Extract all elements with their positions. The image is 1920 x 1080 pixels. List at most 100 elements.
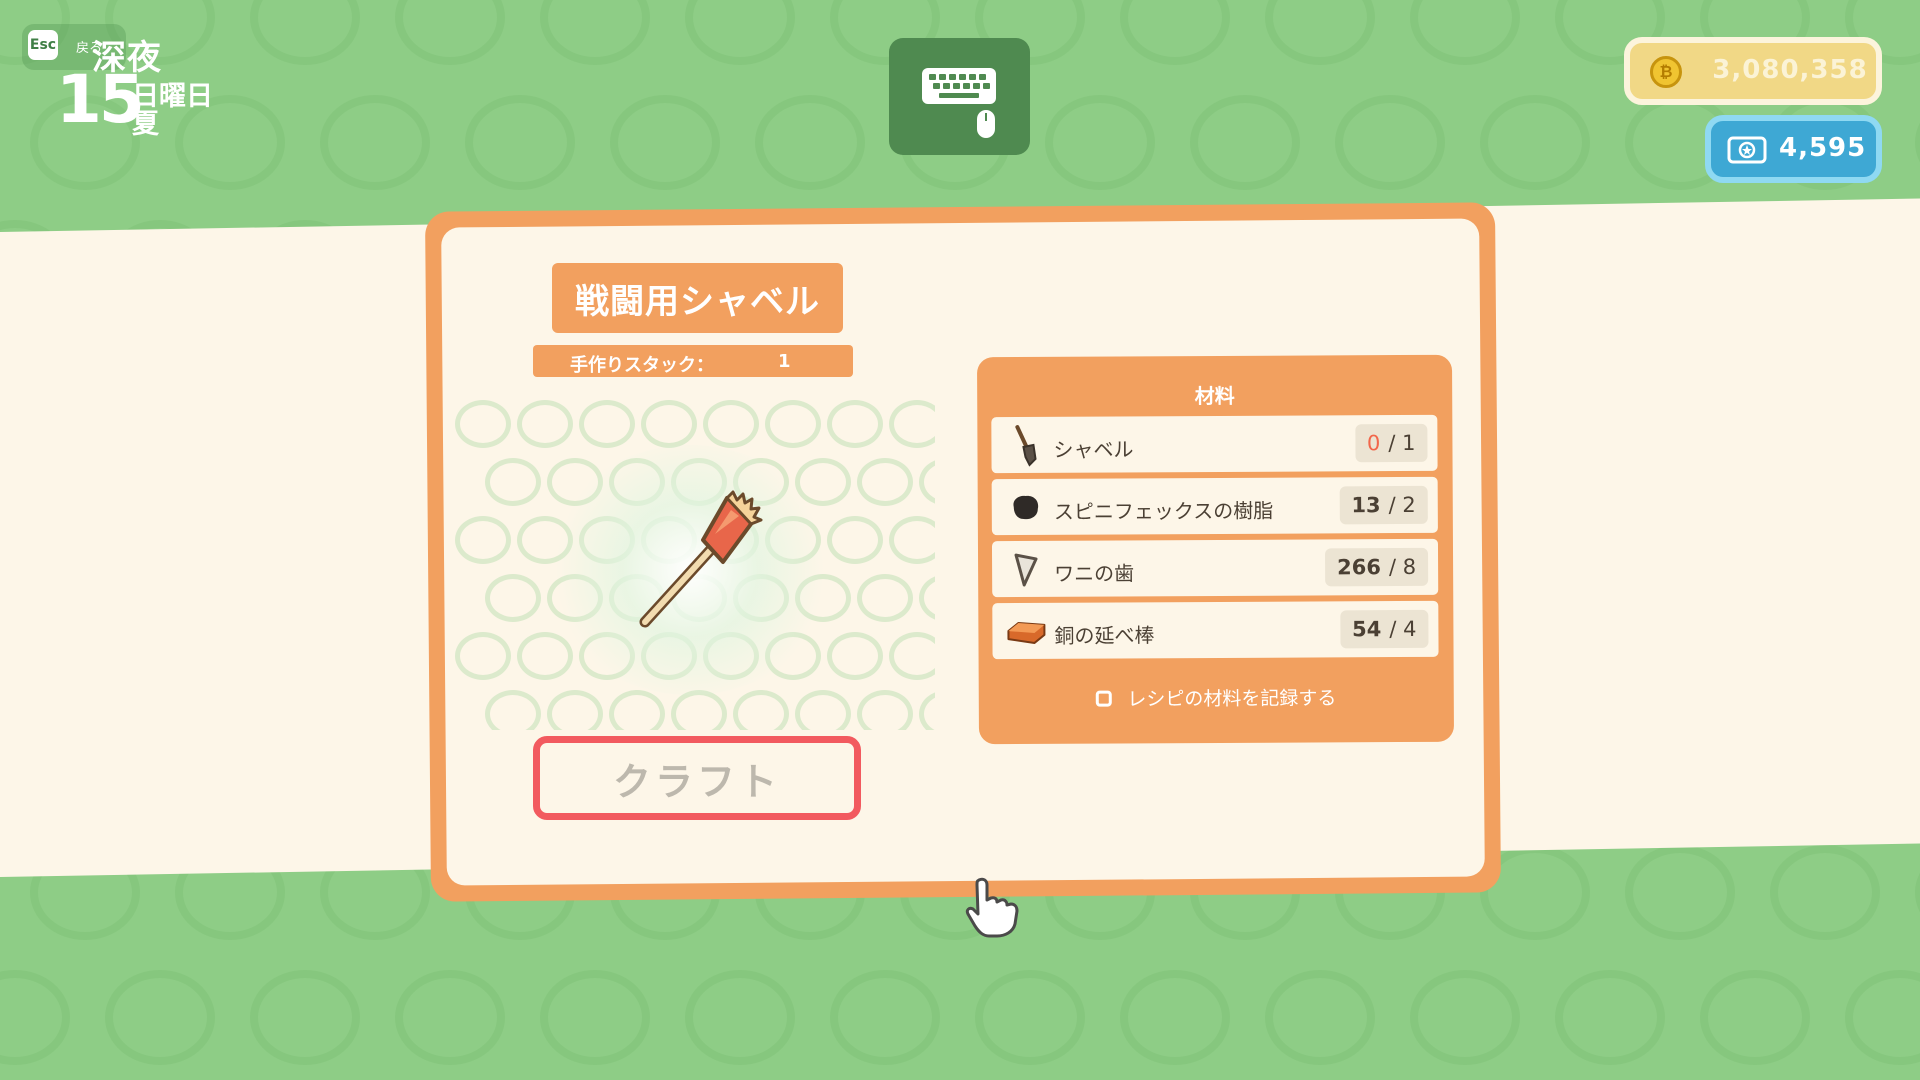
- preview-blob: [857, 690, 913, 730]
- preview-blob: [455, 632, 511, 680]
- background-blob: [105, 970, 215, 1065]
- material-count: 0 / 1: [1354, 423, 1428, 463]
- material-count: 54 / 4: [1339, 609, 1429, 649]
- material-required: / 1: [1388, 430, 1416, 456]
- preview-blob: [889, 516, 935, 564]
- crocodile-tooth-icon: [1014, 553, 1038, 587]
- background-blob: [1120, 970, 1230, 1065]
- item-title: 戦闘用シャベル: [552, 263, 843, 333]
- background-blob: [540, 0, 650, 65]
- background-blob: [685, 970, 795, 1065]
- material-required: / 8: [1388, 554, 1417, 580]
- background-blob: [1265, 0, 1375, 65]
- preview-blob: [609, 690, 665, 730]
- material-owned: 54: [1351, 617, 1382, 642]
- background-blob: [1410, 970, 1520, 1065]
- material-name: シャベル: [1053, 437, 1134, 462]
- background-blob: [250, 970, 360, 1065]
- material-count: 266 / 8: [1325, 547, 1429, 587]
- preview-blob: [919, 690, 935, 730]
- background-blob: [1120, 0, 1230, 65]
- background-blob: [975, 970, 1085, 1065]
- record-recipe-option[interactable]: レシピの材料を記録する: [979, 683, 1454, 712]
- preview-blob: [579, 400, 635, 448]
- copper-bar-icon: [1007, 622, 1046, 644]
- item-preview: [455, 390, 935, 730]
- background-blob: [395, 0, 505, 65]
- background-blob: [1480, 95, 1590, 190]
- material-count: 13 / 2: [1339, 485, 1428, 525]
- background-blob: [1555, 970, 1665, 1065]
- preview-blob: [889, 632, 935, 680]
- preview-blob: [827, 516, 883, 564]
- coin-icon: ₿: [1650, 56, 1682, 88]
- background-blob: [320, 95, 430, 190]
- coin-value: 3,080,358: [1712, 55, 1868, 85]
- record-recipe-label: レシピの材料を記録する: [1127, 687, 1337, 711]
- preview-blob: [765, 400, 821, 448]
- background-blob: [685, 0, 795, 65]
- record-recipe-checkbox[interactable]: [1096, 690, 1113, 707]
- background-blob: [1915, 845, 1920, 940]
- background-blob: [395, 970, 505, 1065]
- preview-blob: [703, 400, 759, 448]
- background-blob: [1335, 95, 1445, 190]
- esc-key[interactable]: Esc: [28, 30, 58, 60]
- background-blob: [610, 95, 720, 190]
- craft-button[interactable]: クラフト: [533, 736, 861, 820]
- material-row: 銅の延べ棒 54 / 4: [992, 600, 1439, 660]
- preview-blob: [671, 690, 727, 730]
- material-required: / 4: [1389, 616, 1417, 642]
- background-blob: [1265, 970, 1375, 1065]
- material-name: ワニの歯: [1054, 561, 1135, 586]
- material-row: ワニの歯 266 / 8: [991, 538, 1439, 598]
- preview-blob: [889, 400, 935, 448]
- background-blob: [830, 970, 940, 1065]
- craft-stack-bar: 手作りスタック： 1: [533, 345, 853, 377]
- preview-blob: [641, 400, 697, 448]
- preview-blob: [517, 632, 573, 680]
- material-owned: 13: [1351, 493, 1381, 518]
- preview-blob: [455, 400, 511, 448]
- background-blob: [1045, 95, 1155, 190]
- material-name: スピニフェックスの樹脂: [1053, 498, 1274, 524]
- background-blob: [1845, 970, 1920, 1065]
- preview-blob: [485, 574, 541, 622]
- hand-cursor-icon: [965, 877, 1019, 938]
- background-blob: [540, 970, 650, 1065]
- background-blob: [1625, 845, 1735, 940]
- coin-counter: ₿ 3,080,358: [1624, 37, 1882, 105]
- material-owned: 266: [1337, 555, 1382, 580]
- preview-blob: [827, 632, 883, 680]
- background-blob: [755, 95, 865, 190]
- battle-shovel-icon: [639, 490, 763, 628]
- background-blob: [1190, 95, 1300, 190]
- day-number: 15: [56, 61, 145, 138]
- preview-blob: [919, 574, 935, 622]
- background-blob: [1410, 0, 1520, 65]
- preview-blob: [827, 400, 883, 448]
- preview-blob: [455, 516, 511, 564]
- stack-label: 手作りスタック：: [570, 355, 714, 376]
- materials-title: 材料: [1194, 383, 1235, 409]
- ticket-value: 4,595: [1779, 133, 1867, 163]
- background-blob: [1700, 970, 1810, 1065]
- ticket-counter: 4,595: [1705, 115, 1882, 183]
- resin-icon: [1013, 495, 1039, 520]
- preview-blob: [733, 690, 789, 730]
- stack-value: 1: [778, 351, 791, 372]
- material-name: 銅の延べ棒: [1054, 623, 1155, 648]
- preview-blob: [919, 458, 935, 506]
- preview-blob: [485, 690, 541, 730]
- material-owned: 0: [1366, 431, 1381, 456]
- background-blob: [465, 95, 575, 190]
- season: 夏: [132, 109, 159, 140]
- preview-blob: [485, 458, 541, 506]
- background-blob: [250, 0, 360, 65]
- material-row: スピニフェックスの樹脂 13 / 2: [991, 476, 1438, 536]
- material-required: / 2: [1388, 492, 1416, 518]
- preview-blob: [517, 400, 573, 448]
- materials-panel: 材料 シャベル 0 / 1 スピニフェックスの樹脂 13 / 2 ワニの歯 26…: [976, 354, 1455, 745]
- material-row: シャベル 0 / 1: [991, 414, 1438, 474]
- preview-blob: [857, 574, 913, 622]
